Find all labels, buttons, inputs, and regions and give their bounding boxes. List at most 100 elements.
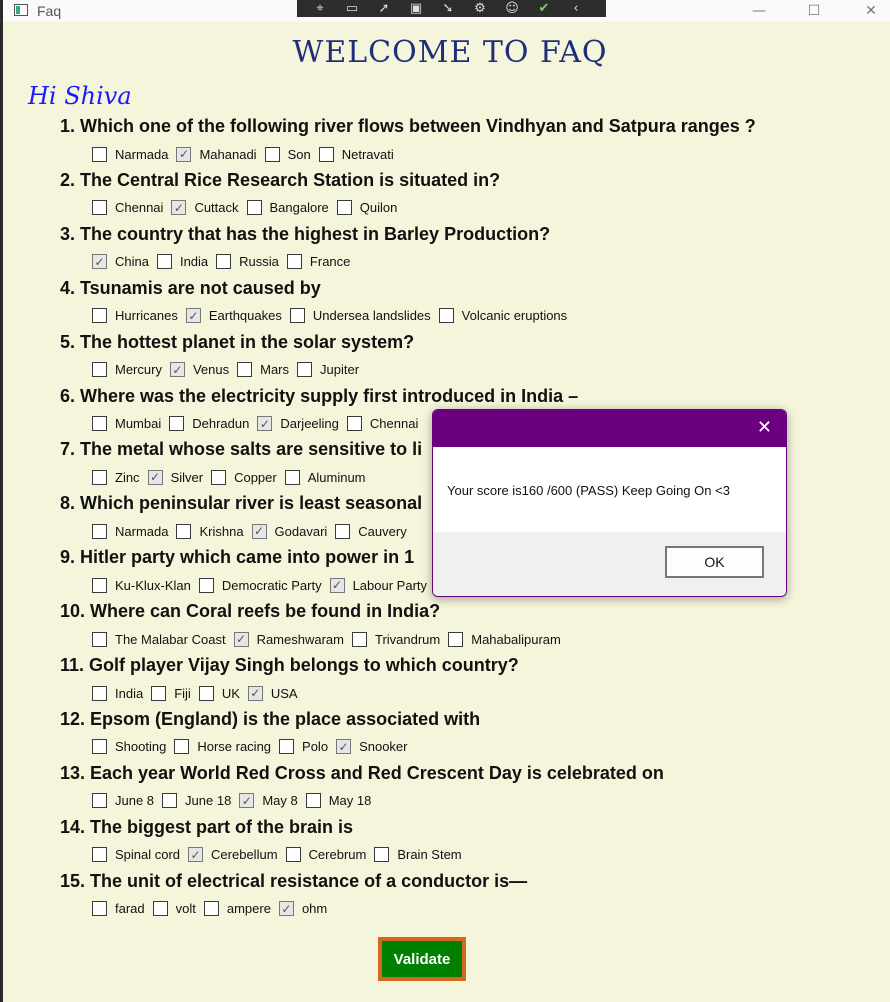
- checkbox-checked[interactable]: ✓: [251, 523, 267, 539]
- answer-option[interactable]: Cauvery: [335, 523, 407, 539]
- chevron-left-icon[interactable]: ‹: [567, 1, 585, 16]
- answer-option[interactable]: Chennai: [92, 200, 163, 216]
- checkbox[interactable]: [318, 146, 334, 162]
- checkbox[interactable]: [92, 577, 107, 593]
- checkbox[interactable]: [264, 146, 280, 162]
- answer-option[interactable]: ✓ China: [92, 254, 149, 270]
- answer-option[interactable]: ✓ Labour Party: [329, 577, 427, 593]
- answer-option[interactable]: Copper: [211, 469, 277, 485]
- accessibility-icon[interactable]: ☺: [503, 1, 521, 16]
- answer-option[interactable]: ✓ Mahanadi: [176, 146, 257, 162]
- checkbox[interactable]: [285, 847, 301, 863]
- cursor-click-icon[interactable]: ➘: [439, 1, 457, 16]
- answer-option[interactable]: ✓ Cuttack: [171, 200, 239, 216]
- checkbox[interactable]: [92, 362, 107, 378]
- checkbox[interactable]: [346, 416, 362, 431]
- checkbox-checked[interactable]: ✓: [169, 362, 185, 378]
- checkbox-checked[interactable]: ✓: [171, 200, 187, 216]
- answer-option[interactable]: Brain Stem: [374, 847, 462, 863]
- checkbox[interactable]: [297, 362, 312, 378]
- checkbox-checked[interactable]: ✓: [233, 631, 249, 647]
- checkbox[interactable]: [92, 469, 107, 485]
- checkbox[interactable]: [336, 200, 352, 216]
- answer-option[interactable]: Trivandrum: [351, 631, 440, 647]
- answer-option[interactable]: ✓ Godavari: [251, 523, 327, 539]
- settings-icon[interactable]: ⚙: [471, 1, 489, 16]
- answer-option[interactable]: ✓ USA: [247, 685, 298, 701]
- checkbox[interactable]: [92, 523, 107, 539]
- region-select-icon[interactable]: ⌖: [311, 1, 329, 16]
- answer-option[interactable]: India: [156, 254, 208, 270]
- checkbox-checked[interactable]: ✓: [329, 577, 345, 593]
- checkbox[interactable]: [289, 308, 305, 324]
- ok-button[interactable]: OK: [665, 546, 764, 578]
- checkbox[interactable]: [448, 631, 464, 647]
- answer-option[interactable]: Bangalore: [246, 200, 329, 216]
- answer-option[interactable]: Aluminum: [284, 469, 366, 485]
- answer-option[interactable]: Volcanic eruptions: [438, 308, 567, 324]
- answer-option[interactable]: ✓ Silver: [147, 469, 203, 485]
- answer-option[interactable]: Shooting: [92, 739, 166, 755]
- checkbox[interactable]: [156, 254, 172, 270]
- answer-option[interactable]: Horse racing: [174, 739, 271, 755]
- checkbox[interactable]: [92, 685, 107, 701]
- checkbox[interactable]: [151, 685, 167, 701]
- answer-option[interactable]: June 18: [162, 793, 231, 809]
- answer-option[interactable]: Netravati: [318, 146, 394, 162]
- answer-option[interactable]: Hurricanes: [92, 308, 178, 324]
- answer-option[interactable]: Narmada: [92, 146, 168, 162]
- checkbox-checked[interactable]: ✓: [278, 901, 294, 917]
- checkbox[interactable]: [92, 739, 107, 755]
- answer-option[interactable]: ✓ Cerebellum: [188, 847, 278, 863]
- cursor-icon[interactable]: ➚: [375, 1, 393, 16]
- answer-option[interactable]: ✓ ohm: [278, 901, 327, 917]
- checkbox[interactable]: [305, 793, 321, 809]
- answer-option[interactable]: Quilon: [336, 200, 397, 216]
- answer-option[interactable]: Krishna: [176, 523, 244, 539]
- answer-option[interactable]: ✓ Snooker: [336, 739, 407, 755]
- checkbox[interactable]: [92, 901, 107, 917]
- answer-option[interactable]: India: [92, 685, 143, 701]
- checkbox[interactable]: [246, 200, 262, 216]
- checkbox-checked[interactable]: ✓: [336, 739, 352, 755]
- checkbox[interactable]: [92, 416, 107, 431]
- answer-option[interactable]: volt: [152, 901, 196, 917]
- checkbox[interactable]: [284, 469, 300, 485]
- answer-option[interactable]: ✓ Venus: [169, 362, 229, 378]
- answer-option[interactable]: June 8: [92, 793, 154, 809]
- checkbox[interactable]: [92, 200, 107, 216]
- checkbox[interactable]: [198, 685, 214, 701]
- checkbox[interactable]: [92, 793, 107, 809]
- answer-option[interactable]: Chennai: [346, 416, 418, 431]
- answer-option[interactable]: May 18: [305, 793, 371, 809]
- checkbox[interactable]: [152, 901, 168, 917]
- answer-option[interactable]: Fiji: [151, 685, 191, 701]
- answer-option[interactable]: Mars: [237, 362, 289, 378]
- answer-option[interactable]: ✓ Earthquakes: [185, 308, 282, 324]
- checkbox[interactable]: [335, 523, 351, 539]
- checkbox-checked[interactable]: ✓: [147, 469, 163, 485]
- checkbox[interactable]: [198, 577, 214, 593]
- checkbox[interactable]: [438, 308, 454, 324]
- check-icon[interactable]: ✔: [535, 1, 553, 16]
- answer-option[interactable]: Cerebrum: [285, 847, 366, 863]
- checkbox[interactable]: [162, 793, 178, 809]
- checkbox-checked[interactable]: ✓: [185, 308, 201, 324]
- checkbox[interactable]: [92, 146, 107, 162]
- answer-option[interactable]: Zinc: [92, 469, 140, 485]
- checkbox[interactable]: [374, 847, 390, 863]
- answer-option[interactable]: Narmada: [92, 523, 168, 539]
- answer-option[interactable]: UK: [198, 685, 240, 701]
- checkbox[interactable]: [92, 631, 107, 647]
- answer-option[interactable]: Mercury: [92, 362, 162, 378]
- answer-option[interactable]: Spinal cord: [92, 847, 180, 863]
- answer-option[interactable]: Dehradun: [169, 416, 249, 431]
- answer-option[interactable]: farad: [92, 901, 145, 917]
- validate-button[interactable]: Validate: [378, 937, 466, 981]
- answer-option[interactable]: Undersea landslides: [289, 308, 431, 324]
- checkbox[interactable]: [169, 416, 185, 431]
- checkbox-checked[interactable]: ✓: [257, 416, 273, 431]
- answer-option[interactable]: Jupiter: [297, 362, 359, 378]
- video-icon[interactable]: ▭: [343, 1, 361, 16]
- checkbox-checked[interactable]: ✓: [239, 793, 255, 809]
